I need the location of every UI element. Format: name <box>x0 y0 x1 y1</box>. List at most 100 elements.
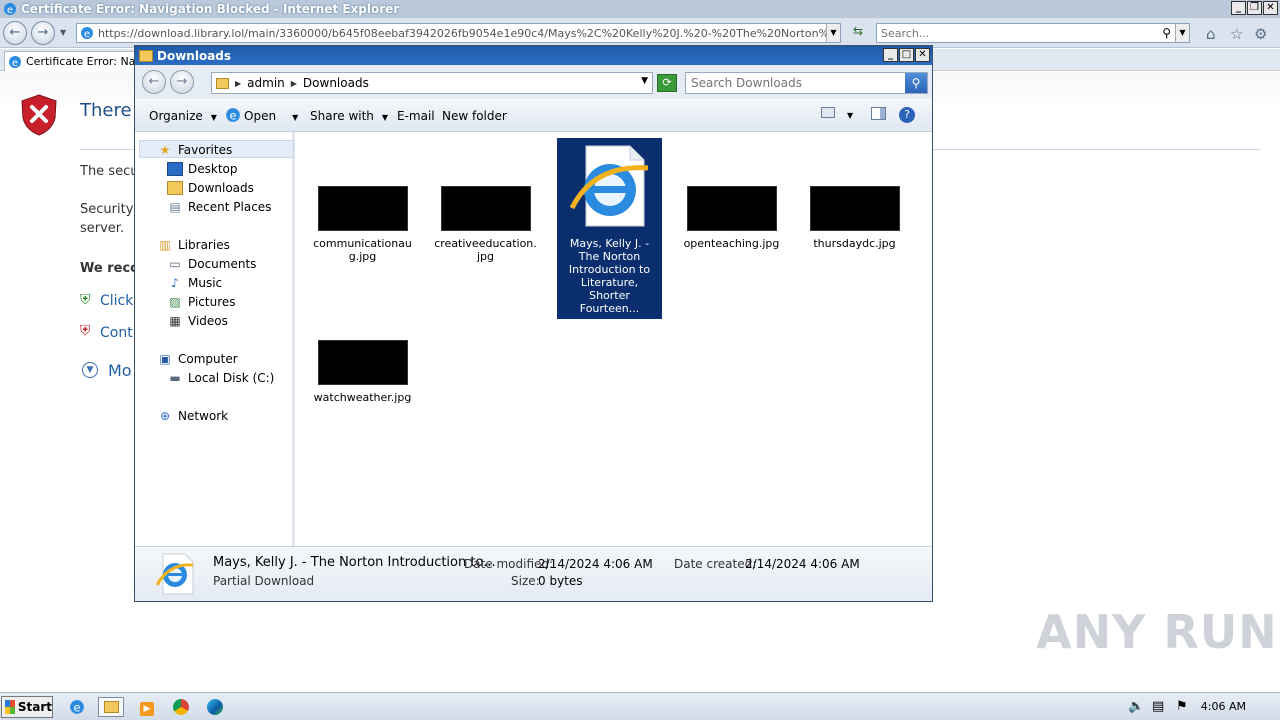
back-button[interactable]: ← <box>3 21 27 45</box>
folder-icon <box>103 701 119 713</box>
ie-tab-certificate-error[interactable]: e Certificate Error: Navi... <box>4 51 144 71</box>
file-item-openteaching[interactable]: openteaching.jpg <box>679 186 784 250</box>
file-item-creativeeducation[interactable]: creativeeducation.jpg <box>433 186 538 263</box>
address-bar[interactable]: e https://download.library.lol/main/3360… <box>76 23 841 43</box>
explorer-close-button[interactable]: ✕ <box>915 48 930 62</box>
sidebar-item-downloads[interactable]: Downloads <box>167 179 254 197</box>
address-dropdown[interactable]: ▼ <box>826 24 840 42</box>
sidebar-label: Computer <box>178 352 238 366</box>
ie-search-input[interactable] <box>877 24 1147 42</box>
start-button[interactable]: Start <box>1 696 53 718</box>
file-name: communicationaug.jpg <box>313 237 412 263</box>
file-item-watchweather[interactable]: watchweather.jpg <box>310 340 415 404</box>
svg-text:e: e <box>73 701 80 715</box>
chevron-down-icon: ▼ <box>292 113 299 122</box>
share-with-button[interactable]: Share with ▼ <box>310 109 388 123</box>
email-button[interactable]: E-mail <box>397 109 435 123</box>
explorer-minimize-button[interactable]: _ <box>883 48 898 62</box>
preview-pane-icon[interactable] <box>871 107 886 120</box>
explorer-search-box[interactable]: ⚲ <box>685 72 928 94</box>
sidebar-item-network[interactable]: ⊕ Network <box>157 407 228 425</box>
favorites-star-icon[interactable]: ☆ <box>1230 25 1243 43</box>
history-dropdown[interactable]: ▼ <box>60 28 66 37</box>
explorer-forward-button[interactable]: → <box>170 70 194 94</box>
computer-icon: ▣ <box>159 352 171 366</box>
search-icon[interactable]: ⚲ <box>905 73 927 93</box>
file-item-thursdaydc[interactable]: thursdaydc.jpg <box>802 186 907 250</box>
explorer-title-bar[interactable]: Downloads _ □ ✕ <box>135 46 932 65</box>
restore-button[interactable]: ❐ <box>1247 1 1262 15</box>
svg-text:e: e <box>12 58 18 69</box>
taskbar-ie-button[interactable]: e <box>64 697 90 717</box>
search-icon[interactable]: ⚲ <box>1162 26 1171 40</box>
sidebar-label: Music <box>188 276 223 290</box>
taskbar-edge-button[interactable] <box>202 697 228 717</box>
volume-icon[interactable]: 🔈 <box>1128 699 1144 714</box>
start-label: Start <box>17 700 52 714</box>
chevron-right-icon[interactable]: ▶ <box>291 79 297 88</box>
click-here-link[interactable]: Click <box>100 293 133 309</box>
recent-places-icon: ▤ <box>169 200 181 214</box>
taskbar-chrome-button[interactable] <box>168 697 194 717</box>
organize-button[interactable]: Organize ▼ <box>149 109 217 123</box>
change-view-icon[interactable] <box>821 107 835 118</box>
file-item-communicationaug[interactable]: communicationaug.jpg <box>310 186 415 263</box>
ie-search-box[interactable]: ⚲ ▼ <box>876 23 1190 43</box>
svg-text:e: e <box>229 109 236 123</box>
search-dropdown[interactable]: ▼ <box>1175 24 1189 42</box>
taskbar-explorer-button[interactable] <box>98 697 124 717</box>
ie-open-icon: e <box>226 108 240 123</box>
details-file-name: Mays, Kelly J. - The Norton Introduction… <box>213 555 496 570</box>
folder-icon <box>216 77 229 89</box>
more-information-link[interactable]: Mo <box>108 361 132 380</box>
close-button[interactable]: ✕ <box>1263 1 1278 15</box>
file-name: thursdaydc.jpg <box>813 237 896 250</box>
sidebar-item-libraries[interactable]: ▥ Libraries <box>157 236 230 254</box>
file-name: creativeeducation.jpg <box>434 237 537 263</box>
open-button[interactable]: Open ▼ <box>244 109 298 123</box>
chevron-right-icon[interactable]: ▶ <box>235 79 241 88</box>
explorer-maximize-button[interactable]: □ <box>899 48 914 62</box>
windows-logo-icon <box>5 700 15 714</box>
home-icon[interactable]: ⌂ <box>1206 25 1216 43</box>
tools-gear-icon[interactable]: ⚙ <box>1254 25 1267 43</box>
sidebar-item-recent-places[interactable]: ▤ Recent Places <box>167 198 271 216</box>
sidebar-item-documents[interactable]: ▭ Documents <box>167 255 256 273</box>
date-modified-value: 2/14/2024 4:06 AM <box>538 557 653 571</box>
action-center-flag-icon[interactable]: ⚑ <box>1176 699 1188 714</box>
help-icon[interactable]: ? <box>899 107 915 123</box>
explorer-back-button[interactable]: ← <box>142 70 166 94</box>
taskbar-clock[interactable]: 4:06 AM <box>1201 700 1246 713</box>
taskbar-media-player-button[interactable]: ▶ <box>134 697 160 717</box>
sidebar-item-local-disk[interactable]: ▬ Local Disk (C:) <box>167 369 274 387</box>
sidebar-item-favorites[interactable]: ★ Favorites <box>157 141 233 159</box>
refresh-button[interactable]: ⟳ <box>657 74 677 92</box>
minimize-button[interactable]: _ <box>1231 1 1246 15</box>
expand-chevron-icon[interactable]: ▼ <box>82 362 98 378</box>
compatibility-view-icon[interactable]: ⇆ <box>848 24 868 42</box>
continue-link[interactable]: Conti <box>100 325 137 341</box>
arrow-right-icon: → <box>176 74 188 89</box>
ie-title-bar[interactable]: e Certificate Error: Navigation Blocked … <box>0 0 1280 18</box>
sidebar-item-pictures[interactable]: ▨ Pictures <box>167 293 235 311</box>
file-item-norton-introduction-partial[interactable]: Mays, Kelly J. - The Norton Introduction… <box>557 138 662 319</box>
file-name: watchweather.jpg <box>313 391 412 404</box>
recommend-text: We reco <box>80 261 140 276</box>
arrow-right-icon: → <box>37 25 49 40</box>
sidebar-item-desktop[interactable]: Desktop <box>167 160 238 178</box>
breadcrumb-downloads[interactable]: Downloads <box>303 76 369 90</box>
explorer-search-input[interactable] <box>686 73 904 93</box>
sidebar-item-music[interactable]: ♪ Music <box>167 274 222 292</box>
network-tray-icon[interactable]: ▤ <box>1152 699 1164 714</box>
view-dropdown-chevron-icon[interactable]: ▼ <box>847 111 853 120</box>
breadcrumb-admin[interactable]: admin <box>247 76 285 90</box>
chevron-down-icon[interactable]: ▼ <box>641 76 648 86</box>
new-folder-button[interactable]: New folder <box>442 109 507 123</box>
sidebar-item-videos[interactable]: ▦ Videos <box>167 312 228 330</box>
details-file-type: Partial Download <box>213 574 315 588</box>
svg-text:e: e <box>7 5 13 16</box>
sidebar-item-computer[interactable]: ▣ Computer <box>157 350 238 368</box>
email-label: E-mail <box>397 109 435 123</box>
explorer-address-bar[interactable]: ▶ admin ▶ Downloads ▼ <box>211 72 653 94</box>
forward-button[interactable]: → <box>31 21 55 45</box>
